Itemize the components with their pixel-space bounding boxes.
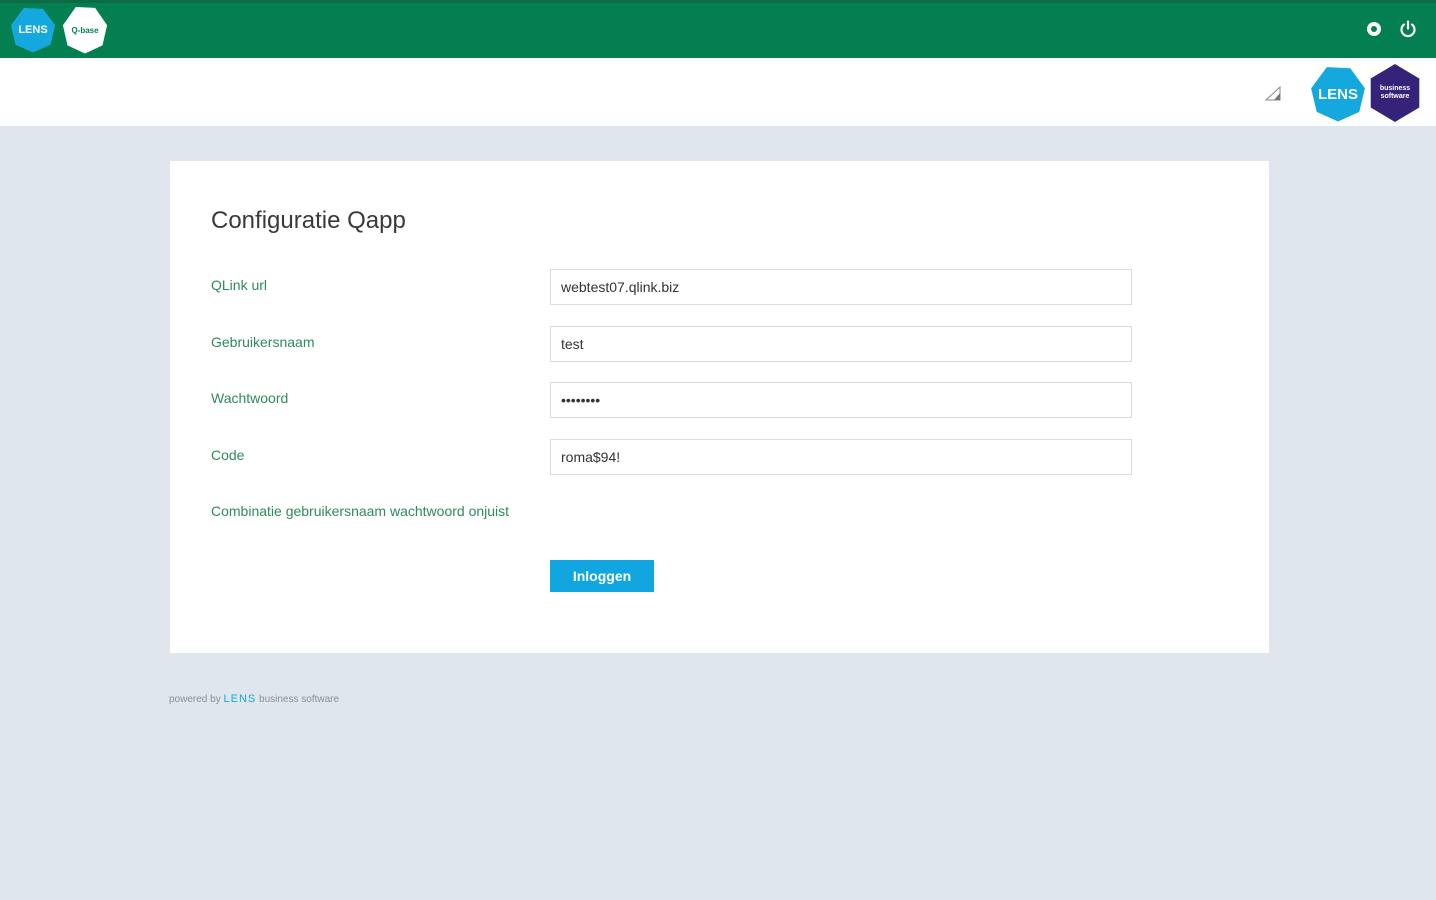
settings-icon[interactable] (1365, 20, 1383, 38)
qlink-url-label: QLink url (211, 277, 268, 293)
footer-brand[interactable]: LENS (223, 693, 256, 705)
error-message: Combinatie gebruikersnaam wachtwoord onj… (211, 503, 510, 519)
code-label: Code (211, 447, 245, 463)
username-label: Gebruikersnaam (211, 334, 315, 350)
footer: powered by LENS business software (169, 693, 339, 705)
login-button[interactable]: Inloggen (550, 560, 654, 592)
lens-logo-text: LENS (18, 24, 48, 36)
sub-header (0, 58, 1436, 126)
power-icon[interactable] (1399, 20, 1417, 38)
footer-powered-by: powered by (169, 694, 221, 705)
top-navbar (0, 0, 1436, 58)
signal-icon (1264, 84, 1282, 102)
lens-brand-logo-text: LENS (1317, 85, 1358, 103)
password-label: Wachtwoord (211, 390, 289, 406)
page-title: Configuratie Qapp (211, 207, 406, 234)
business-software-logo-text: business software (1379, 85, 1411, 100)
qbase-logo-text: Q-base (71, 25, 99, 35)
config-card: Configuratie Qapp QLink url webtest07.ql… (170, 161, 1269, 653)
footer-suffix: business software (259, 694, 340, 705)
code-input[interactable]: roma$94! (550, 439, 1132, 475)
password-input[interactable]: •••••••• (550, 382, 1132, 418)
qlink-url-input[interactable]: webtest07.qlink.biz (550, 269, 1132, 305)
username-input[interactable]: test (550, 326, 1132, 362)
